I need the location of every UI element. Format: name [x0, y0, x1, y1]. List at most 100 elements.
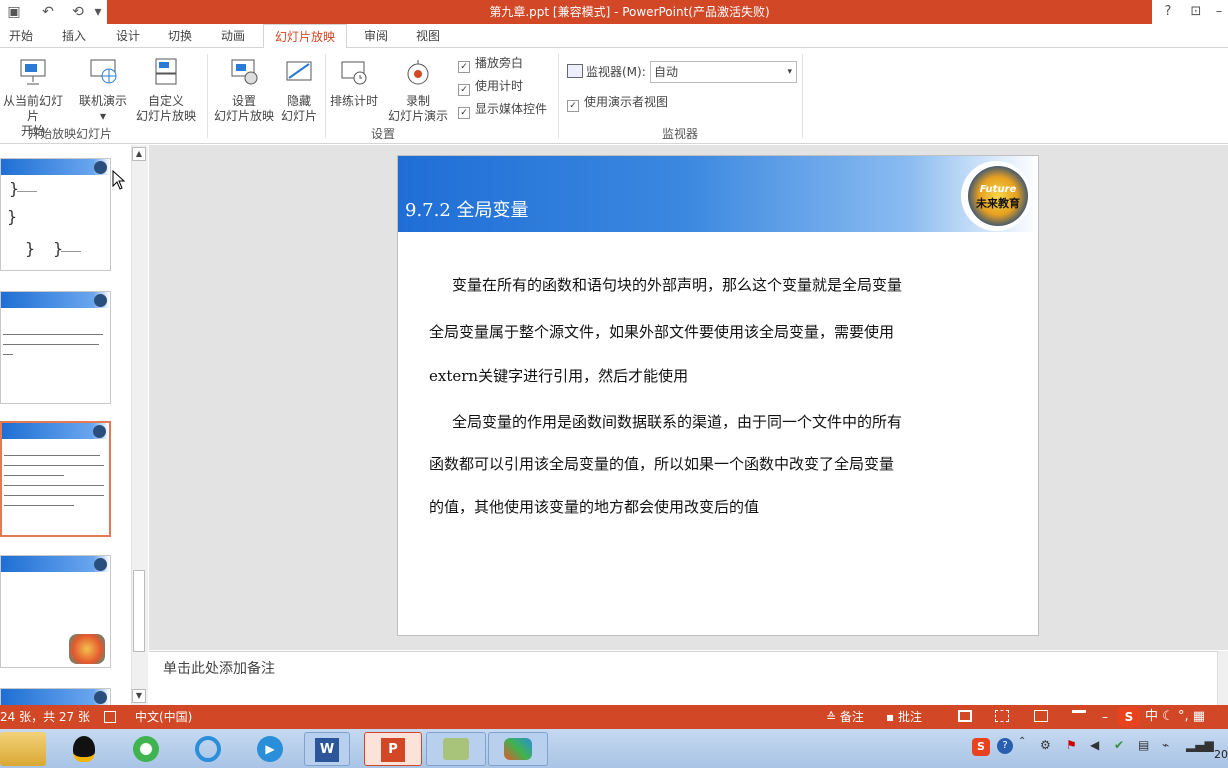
- network-adapter-icon[interactable]: ⚙: [1040, 738, 1056, 754]
- minimize-button[interactable]: –: [1210, 2, 1228, 22]
- use-timings-label: 使用计时: [475, 79, 524, 93]
- tray-expand-icon[interactable]: ⌃: [1018, 736, 1026, 747]
- custom-slide-show-button[interactable]: 自定义 幻灯片放映: [130, 56, 202, 124]
- customize-qat-icon[interactable]: ▾: [92, 2, 104, 22]
- text-line: [4, 455, 100, 456]
- paragraph-3-line-2[interactable]: 函数都可以引用该全局变量的值，所以如果一个函数中改变了全局变量: [429, 453, 1009, 474]
- security-tray-icon[interactable]: ⚑: [1066, 738, 1082, 754]
- signal-icon[interactable]: ▂▄▆: [1186, 738, 1214, 754]
- logo-icon: [94, 691, 107, 704]
- tab-review[interactable]: 审阅: [354, 24, 398, 48]
- slide-canvas[interactable]: 9.7.2 全局变量 Future 未来教育 变量在所有的函数和语句块的外部声明…: [397, 155, 1039, 636]
- antivirus-tray-icon[interactable]: ✔: [1114, 738, 1130, 754]
- slide-thumbnail[interactable]: } } } }: [0, 158, 111, 271]
- rehearse-timings-button[interactable]: 排练计时: [327, 56, 381, 109]
- text-line: [4, 465, 104, 466]
- slide-thumbnail[interactable]: [0, 688, 111, 705]
- logo-text-bottom: 未来教育: [976, 197, 1020, 210]
- screen-recorder-icon[interactable]: [488, 732, 548, 766]
- slide-thumbnail[interactable]: [0, 555, 111, 668]
- file-explorer-icon[interactable]: [0, 732, 46, 766]
- custom-show-label-1: 自定义: [147, 94, 184, 108]
- present-online-icon: [90, 59, 117, 84]
- usb-tray-icon[interactable]: ⌁: [1162, 738, 1178, 754]
- comments-toggle-label: 批注: [897, 710, 922, 724]
- slide-thumbnail-selected[interactable]: [0, 421, 111, 537]
- save-icon[interactable]: ▣: [4, 2, 24, 22]
- tab-home[interactable]: 开始: [0, 24, 42, 48]
- play-narrations-checkbox[interactable]: ✓ 播放旁白: [458, 54, 523, 73]
- spell-check-icon[interactable]: [104, 711, 116, 723]
- scroll-up-icon[interactable]: ▲: [132, 147, 146, 161]
- scroll-down-icon[interactable]: ▼: [132, 689, 146, 703]
- paragraph-3-line-1[interactable]: 全局变量的作用是函数间数据联系的渠道，由于同一个文件中的所有: [429, 411, 1009, 432]
- setup-label-2: 幻灯片放映: [213, 109, 274, 123]
- language-indicator[interactable]: 中文(中国): [135, 705, 192, 729]
- notepad-icon[interactable]: [426, 732, 486, 766]
- record-slide-show-button[interactable]: 录制 幻灯片演示: [382, 56, 454, 124]
- slide-title[interactable]: 9.7.2 全局变量: [405, 196, 529, 222]
- clock[interactable]: 20: [1214, 748, 1228, 761]
- paragraph-2-line-1[interactable]: 全局变量属于整个源文件，如果外部文件要使用该全局变量，需要使用: [429, 321, 1009, 342]
- scrollbar-thumb[interactable]: [133, 570, 145, 652]
- powerpoint-icon[interactable]: P: [364, 732, 422, 766]
- present-online-button[interactable]: 联机演示 ▾: [74, 56, 132, 124]
- start-from-beginning-icon[interactable]: ⟲: [68, 2, 88, 22]
- slide-thumbnail[interactable]: [0, 291, 111, 404]
- help-tray-icon[interactable]: ?: [997, 738, 1013, 754]
- ribbon-divider: [802, 54, 803, 138]
- paragraph-2-line-2[interactable]: extern关键字进行引用，然后才能使用: [429, 365, 1009, 386]
- ribbon-display-options-button[interactable]: ⊡: [1184, 2, 1208, 22]
- volume-icon[interactable]: ◀: [1090, 738, 1106, 754]
- notes-pane[interactable]: [149, 651, 1228, 705]
- show-media-controls-checkbox[interactable]: ✓ 显示媒体控件: [458, 100, 548, 119]
- ime-toolbar[interactable]: 中 ☾ °, ▦: [1145, 705, 1225, 729]
- tab-transitions[interactable]: 切换: [158, 24, 202, 48]
- window-title: 第九章.ppt [兼容模式] - PowerPoint(产品激活失败): [107, 0, 1152, 24]
- notes-scrollbar[interactable]: [1217, 651, 1228, 705]
- use-timings-checkbox[interactable]: ✓ 使用计时: [458, 77, 524, 96]
- brace-icon: }: [53, 239, 64, 258]
- paragraph-1[interactable]: 变量在所有的函数和语句块的外部声明，那么这个变量就是全局变量: [429, 274, 1009, 295]
- sogou-ime-icon[interactable]: S: [1118, 707, 1140, 727]
- notes-placeholder[interactable]: 单击此处添加备注: [163, 658, 275, 678]
- setup-label-1: 设置: [231, 94, 256, 108]
- video-player-icon[interactable]: ▶: [248, 732, 292, 766]
- comments-toggle-button[interactable]: ▪ 批注: [886, 705, 922, 729]
- text-line: [4, 485, 104, 486]
- logo-icon: [93, 425, 106, 438]
- hide-slide-button[interactable]: 隐藏 幻灯片: [278, 56, 320, 124]
- tab-insert[interactable]: 插入: [52, 24, 96, 48]
- zoom-out-icon[interactable]: –: [1102, 705, 1108, 729]
- setup-slide-show-button[interactable]: 设置 幻灯片放映: [210, 56, 278, 124]
- tab-slide-show[interactable]: 幻灯片放映: [263, 24, 347, 49]
- baidu-netdisk-icon[interactable]: [186, 732, 230, 766]
- show-media-controls-label: 显示媒体控件: [475, 102, 548, 116]
- word-icon[interactable]: W: [304, 732, 350, 766]
- slide-show-icon[interactable]: [1072, 710, 1086, 722]
- presenter-view-checkbox[interactable]: ✓ 使用演示者视图: [567, 93, 668, 112]
- chevron-down-icon: ▾: [787, 67, 792, 77]
- record-label-1: 录制: [405, 94, 430, 108]
- monitor-select-value: 自动: [654, 65, 679, 79]
- rehearse-label: 排练计时: [329, 94, 378, 108]
- reading-view-icon[interactable]: [1034, 710, 1048, 722]
- text-line: [4, 505, 74, 506]
- paragraph-3-line-3[interactable]: 的值，其他使用该变量的地方都会使用改变后的值: [429, 496, 1009, 517]
- tab-view[interactable]: 视图: [406, 24, 450, 48]
- undo-icon[interactable]: ↶: [38, 2, 58, 22]
- notes-toggle-button[interactable]: ≙ 备注: [826, 705, 864, 729]
- help-button[interactable]: ?: [1156, 2, 1180, 22]
- normal-view-icon[interactable]: [958, 710, 972, 722]
- monitor-select[interactable]: 自动 ▾: [650, 61, 797, 83]
- clipboard-tray-icon[interactable]: ▤: [1138, 738, 1154, 754]
- mouse-cursor-icon: [112, 169, 126, 190]
- slide-sorter-icon[interactable]: [995, 710, 1009, 722]
- browser-icon[interactable]: [124, 732, 168, 766]
- tab-design[interactable]: 设计: [106, 24, 150, 48]
- slide-counter[interactable]: 24 张，共 27 张: [0, 705, 90, 729]
- sogou-tray-icon[interactable]: S: [972, 738, 990, 756]
- qq-icon[interactable]: [62, 732, 106, 766]
- tab-animations[interactable]: 动画: [211, 24, 255, 48]
- text-line: [3, 344, 99, 345]
